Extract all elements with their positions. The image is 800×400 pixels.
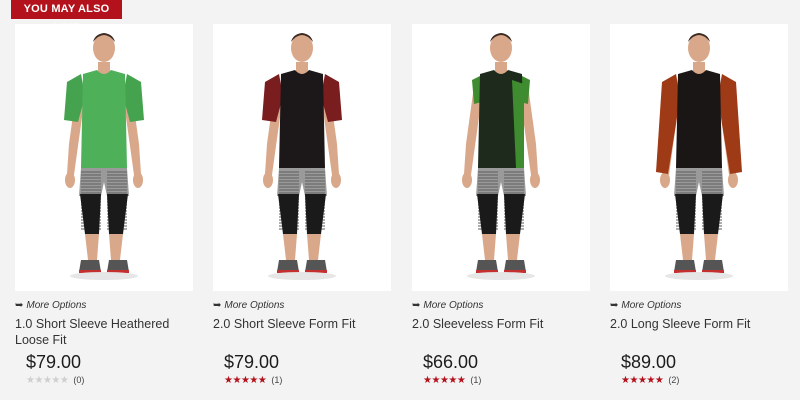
external-arrow-icon: ➥ bbox=[412, 300, 421, 311]
external-arrow-icon: ➥ bbox=[15, 300, 24, 311]
more-options-label: More Options bbox=[621, 300, 682, 311]
product-image[interactable] bbox=[213, 24, 391, 291]
product-rating: ★★★★★ (0) bbox=[26, 374, 193, 387]
rating-stars: ★★★★★ bbox=[621, 375, 664, 386]
rating-stars: ★★★★★ bbox=[224, 375, 267, 386]
model-figure bbox=[262, 33, 342, 280]
more-options-link[interactable]: ➥ More Options bbox=[610, 300, 788, 312]
product-rating: ★★★★★ (2) bbox=[621, 374, 788, 387]
model-figure bbox=[462, 33, 540, 280]
product-rating: ★★★★★ (1) bbox=[224, 374, 391, 387]
star-icon: ★ bbox=[646, 375, 655, 386]
product-card: ➥ More Options 2.0 Sleeveless Form Fit $6… bbox=[412, 24, 590, 387]
product-card: ➥ More Options 1.0 Short Sleeve Heathered… bbox=[15, 24, 193, 387]
product-name[interactable]: 2.0 Short Sleeve Form Fit bbox=[213, 316, 391, 348]
star-icon: ★ bbox=[448, 375, 457, 386]
star-icon: ★ bbox=[629, 375, 638, 386]
product-price: $66.00 bbox=[423, 352, 479, 372]
rating-stars: ★★★★★ bbox=[423, 375, 466, 386]
rating-stars: ★★★★★ bbox=[26, 375, 69, 386]
product-price: $89.00 bbox=[621, 352, 677, 372]
product-image[interactable] bbox=[610, 24, 788, 291]
star-icon: ★ bbox=[232, 375, 241, 386]
star-icon: ★ bbox=[59, 375, 69, 386]
star-icon: ★ bbox=[51, 375, 60, 386]
review-count[interactable]: (2) bbox=[668, 375, 679, 385]
product-name[interactable]: 2.0 Sleeveless Form Fit bbox=[412, 316, 590, 348]
product-name[interactable]: 1.0 Short Sleeve Heathered Loose Fit bbox=[15, 316, 193, 348]
product-price: $79.00 bbox=[26, 352, 82, 372]
star-icon: ★ bbox=[249, 375, 258, 386]
star-icon: ★ bbox=[654, 375, 664, 386]
more-options-link[interactable]: ➥ More Options bbox=[412, 300, 590, 312]
external-arrow-icon: ➥ bbox=[610, 300, 619, 311]
star-icon: ★ bbox=[34, 375, 43, 386]
model-figure bbox=[64, 33, 144, 280]
product-card: ➥ More Options 2.0 Long Sleeve Form Fit $… bbox=[610, 24, 788, 387]
model-figure bbox=[656, 33, 742, 280]
product-image[interactable] bbox=[15, 24, 193, 291]
review-count[interactable]: (1) bbox=[470, 375, 481, 385]
product-name[interactable]: 2.0 Long Sleeve Form Fit bbox=[610, 316, 788, 348]
star-icon: ★ bbox=[257, 375, 267, 386]
external-arrow-icon: ➥ bbox=[213, 300, 222, 311]
more-options-link[interactable]: ➥ More Options bbox=[213, 300, 391, 312]
product-image[interactable] bbox=[412, 24, 590, 291]
more-options-link[interactable]: ➥ More Options bbox=[15, 300, 193, 312]
review-count[interactable]: (0) bbox=[73, 375, 84, 385]
star-icon: ★ bbox=[431, 375, 440, 386]
more-options-label: More Options bbox=[224, 300, 285, 311]
star-icon: ★ bbox=[456, 375, 466, 386]
product-card: ➥ More Options 2.0 Short Sleeve Form Fit … bbox=[213, 24, 391, 387]
review-count[interactable]: (1) bbox=[271, 375, 282, 385]
more-options-label: More Options bbox=[423, 300, 484, 311]
product-price: $79.00 bbox=[224, 352, 280, 372]
product-rating: ★★★★★ (1) bbox=[423, 374, 590, 387]
section-title-banner: YOU MAY ALSO LIKE bbox=[11, 0, 122, 34]
more-options-label: More Options bbox=[26, 300, 87, 311]
